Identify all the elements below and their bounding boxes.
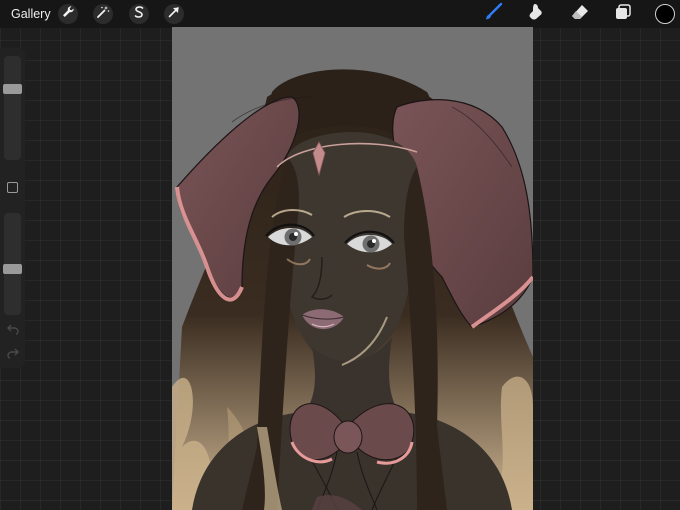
brush-size-slider-thumb[interactable] [3,84,22,94]
actions-button[interactable] [58,4,78,24]
top-toolbar: Gallery [0,0,680,28]
color-picker-button[interactable] [655,4,675,24]
layers-icon [613,2,633,27]
smudge-icon [527,2,547,27]
portrait-artwork [172,69,533,510]
selection-s-icon [132,5,146,24]
redo-button[interactable] [5,348,20,362]
arrow-cursor-icon [167,5,181,24]
layers-button[interactable] [612,3,634,25]
opacity-slider[interactable] [3,213,22,315]
magic-wand-icon [96,5,110,24]
left-sidebar [0,48,25,368]
wrench-icon [61,5,75,24]
brush-tool-button[interactable] [482,2,504,27]
adjustments-button[interactable] [93,4,113,24]
eraser-icon [570,2,590,27]
transform-button[interactable] [164,4,184,24]
gallery-button[interactable]: Gallery [11,7,51,21]
drawing-canvas[interactable] [172,27,533,510]
smudge-tool-button[interactable] [526,3,548,25]
selection-button[interactable] [129,4,149,24]
undo-button[interactable] [5,324,20,338]
undo-icon [6,322,19,340]
brush-icon [483,2,503,27]
redo-icon [6,346,19,364]
opacity-slider-thumb[interactable] [3,264,22,274]
eraser-tool-button[interactable] [569,3,591,25]
modify-button[interactable] [7,182,18,193]
brush-size-slider[interactable] [3,56,22,160]
